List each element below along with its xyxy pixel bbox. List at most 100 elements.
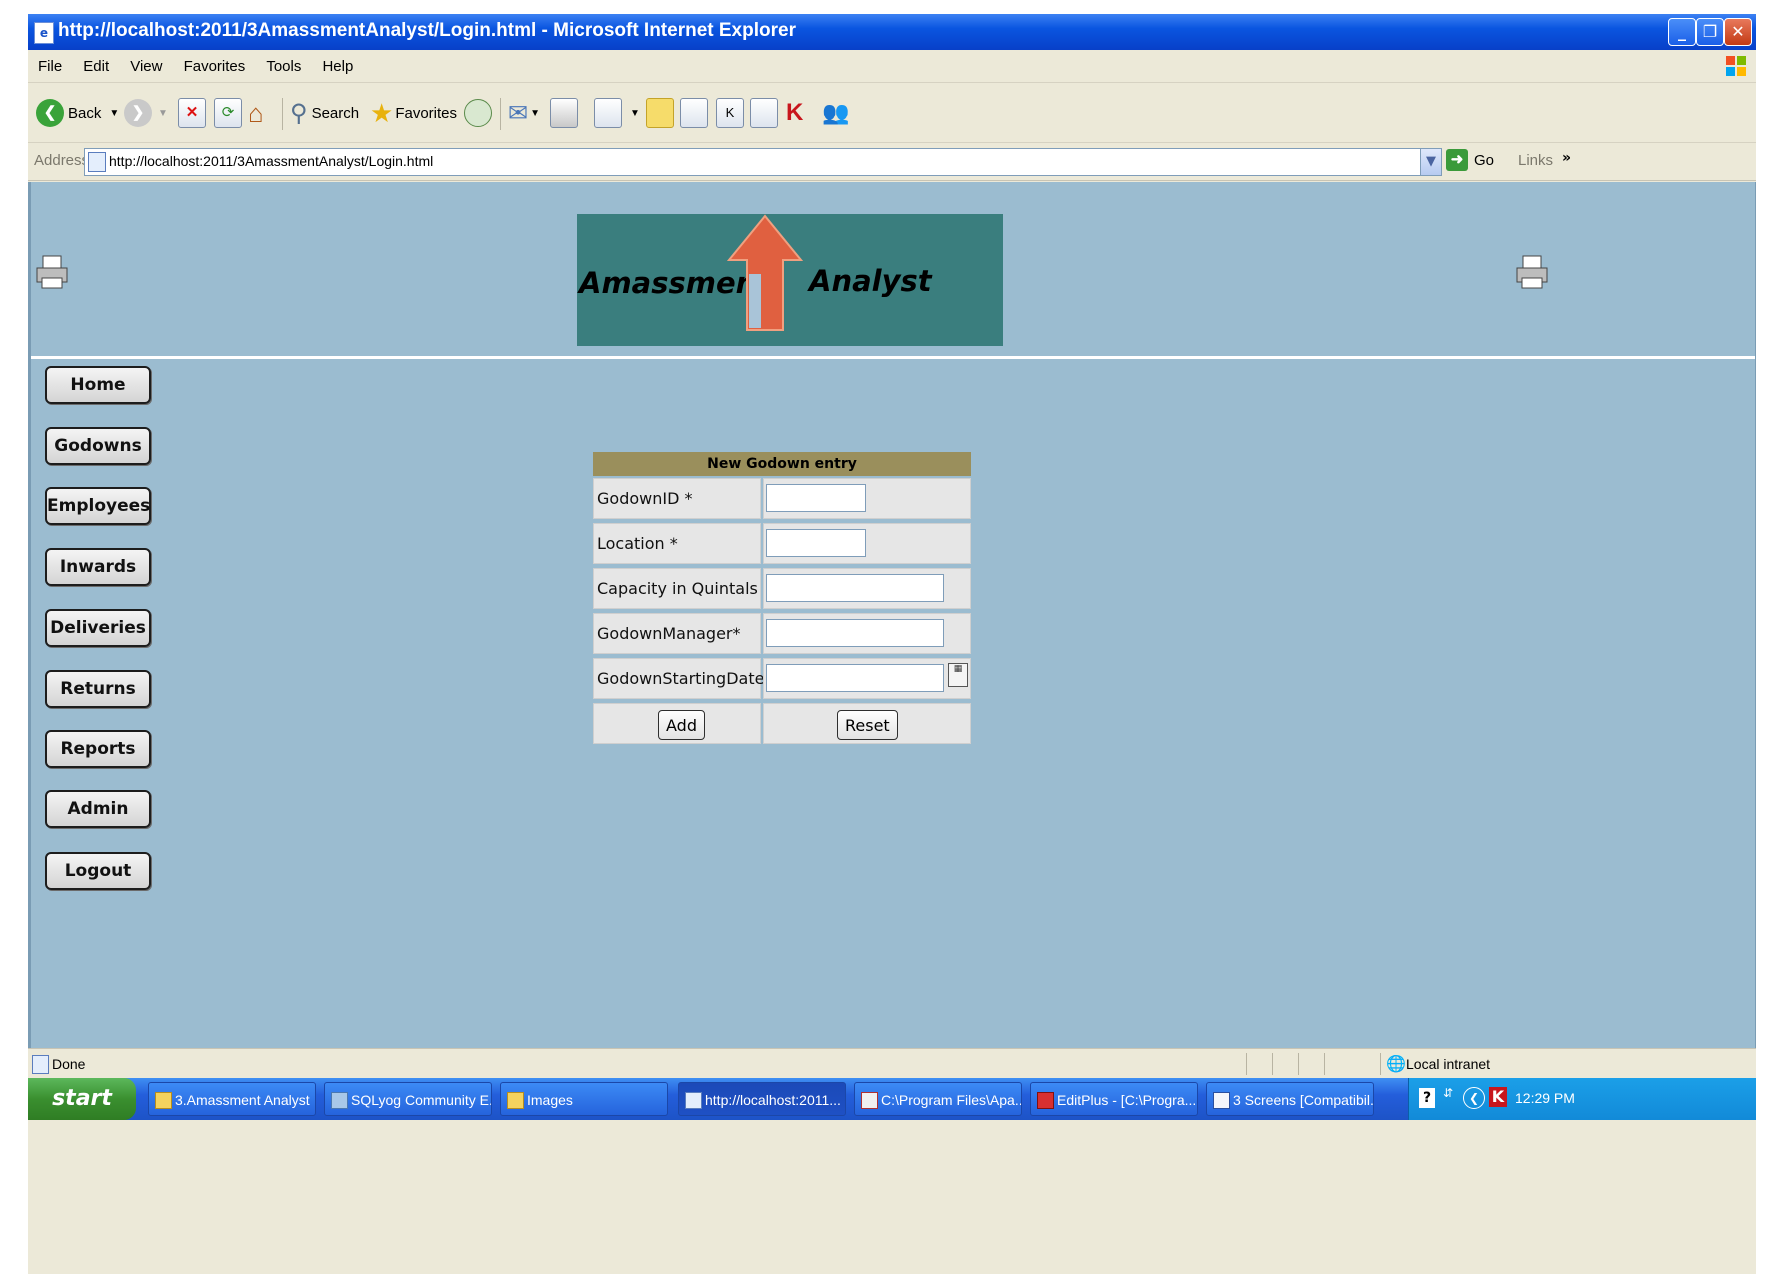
nav-admin-button[interactable]: Admin <box>45 790 151 828</box>
address-url[interactable]: http://localhost:2011/3AmassmentAnalyst/… <box>109 153 433 169</box>
chevron-down-icon[interactable]: ▼ <box>158 108 168 119</box>
nav-godowns-button[interactable]: Godowns <box>45 427 151 465</box>
stop-button[interactable]: ✕ <box>178 96 206 130</box>
task-sqlyog[interactable]: SQLyog Community E... <box>324 1082 492 1116</box>
godown-id-input[interactable] <box>766 484 866 512</box>
go-label: Go <box>1474 151 1495 169</box>
form-row: GodownStartingDate* ▦ <box>593 656 971 701</box>
nav-employees-button[interactable]: Employees <box>45 487 151 525</box>
chevron-down-icon[interactable]: ▼ <box>630 108 640 119</box>
refresh-button[interactable]: ⟳ <box>214 96 242 130</box>
logo-word-analyst: Analyst <box>809 264 932 298</box>
status-divider <box>1324 1053 1325 1075</box>
discuss-button[interactable] <box>646 96 674 130</box>
forward-button[interactable]: ❯ ▼ <box>124 96 168 130</box>
title-bar[interactable]: e http://localhost:2011/3AmassmentAnalys… <box>28 14 1756 50</box>
chevron-down-icon[interactable]: ▼ <box>530 108 540 119</box>
task-apache[interactable]: C:\Program Files\Apa... <box>854 1082 1022 1116</box>
starting-date-input[interactable] <box>766 664 944 692</box>
edit-button[interactable]: ▼ <box>594 96 640 130</box>
chevron-right-icon[interactable]: » <box>1562 150 1571 166</box>
nav-home-button[interactable]: Home <box>45 366 151 404</box>
antivirus-button[interactable]: K <box>786 96 803 130</box>
printer-icon[interactable] <box>35 254 71 292</box>
task-label: SQLyog Community E... <box>351 1092 492 1108</box>
task-label: 3.Amassment Analyst <box>175 1092 310 1108</box>
links-button[interactable]: Links <box>1518 152 1553 169</box>
menu-favorites[interactable]: Favorites <box>184 58 246 75</box>
ie-page-icon: e <box>34 22 54 44</box>
capacity-label: Capacity in Quintals * <box>593 568 771 609</box>
form-cell: Add <box>593 703 761 744</box>
toolbar-separator <box>500 98 501 130</box>
k-button[interactable]: K <box>716 96 744 130</box>
menu-view[interactable]: View <box>130 58 162 75</box>
note-icon <box>646 98 674 128</box>
godown-manager-label: GodownManager* <box>593 613 761 654</box>
kaspersky-tray-icon[interactable]: K <box>1489 1087 1507 1107</box>
search-button[interactable]: ⚲ Search <box>290 96 359 130</box>
home-icon: ⌂ <box>248 97 264 128</box>
nav-logout-button[interactable]: Logout <box>45 852 151 890</box>
messenger-button[interactable] <box>680 96 708 130</box>
system-tray: ? ⇵ ❮ K 12:29 PM <box>1408 1078 1756 1120</box>
research-button[interactable] <box>750 96 778 130</box>
nav-inwards-button[interactable]: Inwards <box>45 548 151 586</box>
start-button[interactable]: start <box>28 1078 136 1120</box>
form-row: GodownID * <box>593 476 971 521</box>
nav-returns-button[interactable]: Returns <box>45 670 151 708</box>
task-amassment-folder[interactable]: 3.Amassment Analyst <box>148 1082 316 1116</box>
menu-file[interactable]: File <box>38 58 62 75</box>
capacity-input[interactable] <box>766 574 944 602</box>
task-images-folder[interactable]: Images <box>500 1082 668 1116</box>
printer-icon[interactable] <box>1515 254 1551 292</box>
clock: 12:29 PM <box>1515 1090 1575 1106</box>
users-button[interactable]: 👥 <box>822 96 849 130</box>
favorites-button[interactable]: ★ Favorites <box>370 96 457 130</box>
restore-button[interactable]: ❐ <box>1696 18 1724 46</box>
form-row: Capacity in Quintals * <box>593 566 971 611</box>
menu-edit[interactable]: Edit <box>83 58 109 75</box>
form-cell <box>763 613 971 654</box>
address-field[interactable]: http://localhost:2011/3AmassmentAnalyst/… <box>84 148 1442 176</box>
task-editplus[interactable]: EditPlus - [C:\Progra... <box>1030 1082 1198 1116</box>
sqlyog-icon <box>331 1092 348 1109</box>
task-word-doc[interactable]: 3 Screens [Compatibil... <box>1206 1082 1374 1116</box>
location-input[interactable] <box>766 529 866 557</box>
nav-reports-button[interactable]: Reports <box>45 730 151 768</box>
nav-deliveries-button[interactable]: Deliveries <box>45 609 151 647</box>
go-button[interactable]: ➜ Go <box>1446 149 1494 171</box>
minimize-button[interactable]: _ <box>1668 18 1696 46</box>
form-title: New Godown entry <box>593 452 971 476</box>
back-button[interactable]: ❮ Back ▼ <box>36 96 119 130</box>
menu-help[interactable]: Help <box>322 58 353 75</box>
godown-manager-input[interactable] <box>766 619 944 647</box>
chevron-down-icon[interactable]: ▼ <box>109 108 119 119</box>
word-edit-icon <box>594 98 622 128</box>
reset-button[interactable]: Reset <box>837 710 898 740</box>
task-label: C:\Program Files\Apa... <box>881 1092 1022 1108</box>
calendar-icon[interactable]: ▦ <box>948 663 968 687</box>
back-label: Back <box>68 104 102 122</box>
form-buttons-row: Add Reset <box>593 701 971 746</box>
form-cell <box>763 568 971 609</box>
print-button[interactable] <box>550 96 578 130</box>
ie-page-icon <box>32 1055 49 1074</box>
add-button[interactable]: Add <box>658 710 705 740</box>
close-button[interactable]: ✕ <box>1724 18 1752 46</box>
network-icon[interactable]: ⇵ <box>1443 1086 1453 1100</box>
home-button[interactable]: ⌂ <box>248 96 264 130</box>
mail-button[interactable]: ✉ ▼ <box>508 96 540 130</box>
help-icon[interactable]: ? <box>1419 1088 1435 1108</box>
chevron-left-icon[interactable]: ❮ <box>1463 1087 1485 1109</box>
web-page: Amassment Analyst Home Godowns Employees… <box>28 182 1756 1062</box>
status-text: Done <box>52 1056 86 1072</box>
feather-icon <box>861 1092 878 1109</box>
task-ie-window[interactable]: http://localhost:2011... <box>678 1082 846 1116</box>
starting-date-label: GodownStartingDate* <box>593 658 772 699</box>
page-header: Amassment Analyst <box>31 182 1755 359</box>
menu-tools[interactable]: Tools <box>266 58 301 75</box>
chevron-down-icon[interactable]: ▼ <box>1420 149 1441 175</box>
page-icon <box>88 152 106 172</box>
history-button[interactable] <box>464 96 492 130</box>
